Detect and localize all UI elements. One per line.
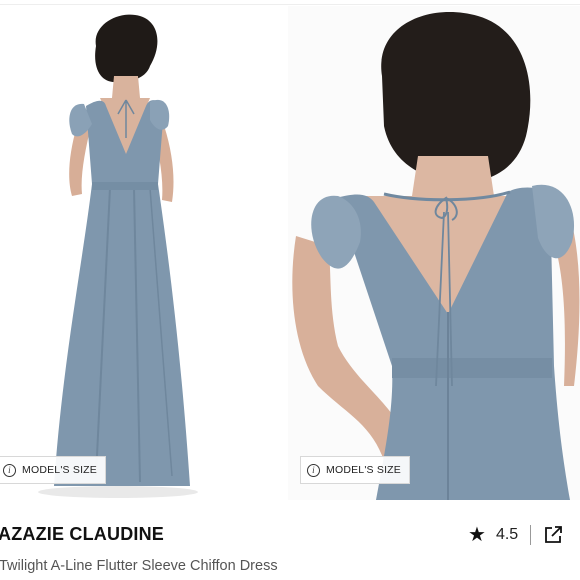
product-name: Twilight A-Line Flutter Sleeve Chiffon D… <box>0 558 278 574</box>
rating-and-share: ★ 4.5 <box>468 520 563 550</box>
model-size-button-right[interactable]: i MODEL'S SIZE <box>300 456 411 484</box>
model-size-button-left[interactable]: i MODEL'S SIZE <box>0 456 107 484</box>
external-link-icon[interactable] <box>543 525 563 545</box>
product-brand-title: AZAZIE CLAUDINE <box>0 524 164 544</box>
product-image-back-closeup[interactable] <box>288 6 580 500</box>
divider <box>530 525 532 545</box>
model-size-label: MODEL'S SIZE <box>22 464 98 476</box>
product-image-back-full[interactable] <box>0 6 292 500</box>
top-divider <box>0 4 580 5</box>
info-icon: i <box>3 463 16 477</box>
rating-value: 4.5 <box>495 526 519 543</box>
info-icon: i <box>307 463 320 477</box>
model-size-label: MODEL'S SIZE <box>326 464 402 476</box>
star-icon: ★ <box>468 524 486 546</box>
